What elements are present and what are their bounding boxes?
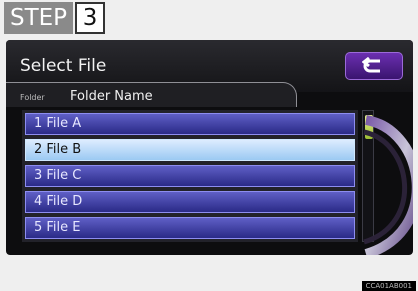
file-list: 1 File A 2 File B 3 File C 4 File D 5 Fi… [22,110,358,242]
file-list-item[interactable]: 1 File A [25,113,355,135]
step-number: 3 [75,2,106,34]
step-word: STEP [4,2,74,34]
file-list-item[interactable]: 3 File C [25,165,355,187]
step-badge: STEP 3 [4,2,106,34]
file-list-item[interactable]: 4 File D [25,191,355,213]
back-arrow-icon [362,57,386,75]
navigation-screen: Select File Folder Folder Name 1 File A … [6,40,413,255]
folder-name: Folder Name [70,89,153,104]
file-list-item[interactable]: 5 File E [25,217,355,239]
dial-ring [363,115,413,255]
file-list-item[interactable]: 2 File B [25,139,355,161]
back-button[interactable] [345,52,403,80]
screen-title: Select File [20,56,107,76]
image-code: CCA01AB001 [361,281,416,291]
folder-label: Folder [20,93,45,102]
